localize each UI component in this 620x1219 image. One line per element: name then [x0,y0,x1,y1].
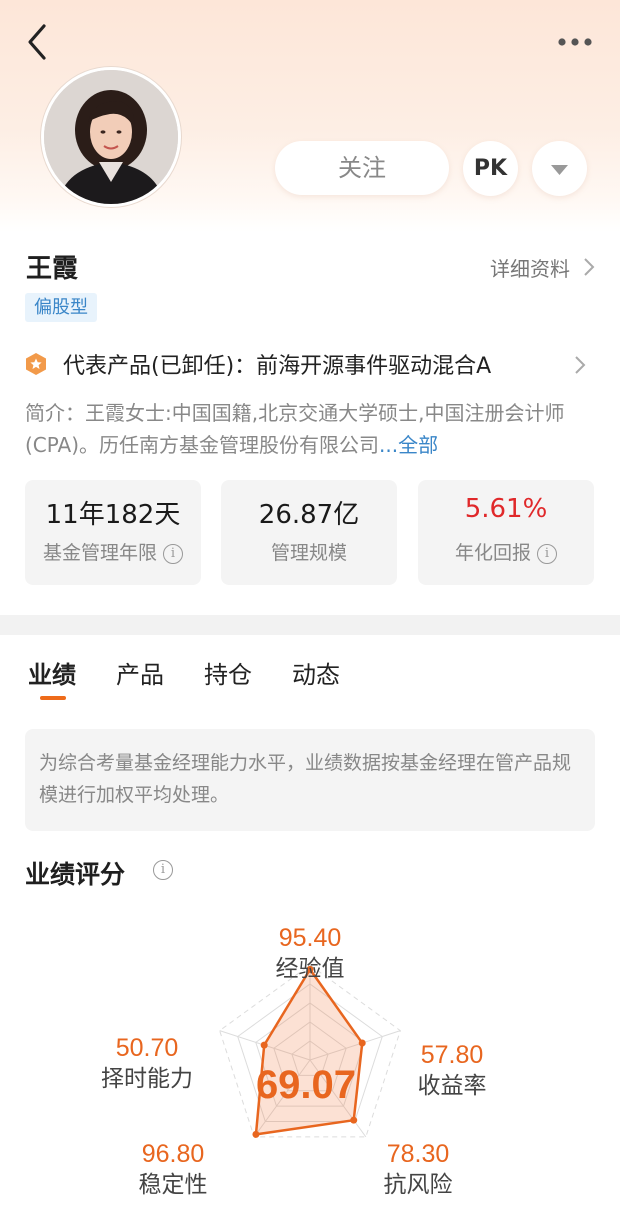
fund-style-tag: 偏股型 [25,293,97,322]
representative-product[interactable]: 代表产品(已卸任)：前海开源事件驱动混合A [63,348,491,380]
score-value-experience: 95.40 [279,924,342,952]
manager-avatar [41,67,181,207]
back-arrow-icon [28,24,46,60]
radar-point [252,1130,260,1138]
chevron-right-icon [575,356,586,374]
stat-value: 5.61% [464,494,548,524]
intro-expand-link[interactable]: ...全部 [379,433,438,457]
portrait-image [44,70,178,204]
info-icon[interactable]: i [163,544,183,564]
tab-products[interactable]: 产品 [116,655,164,690]
radar-point [350,1116,358,1124]
score-value-stability: 96.80 [142,1140,205,1168]
pk-button[interactable]: PK [463,141,518,196]
intro-text: 简介：王霞女士:中国国籍,北京交通大学硕士,中国注册会计师(CPA)。历任南方基… [25,401,565,457]
stat-label: 年化回报 [454,542,531,564]
score-label-timing: 择时能力 [101,1066,193,1092]
score-radar-chart: 95.40 经验值 57.80 收益率 78.30 抗风险 96.80 稳定性 … [101,924,487,1198]
badge-icon [26,353,46,375]
score-label-experience: 经验值 [276,956,345,982]
stat-label-row: 管理规模 [221,538,397,565]
radar-point [260,1041,268,1049]
manager-name: 王霞 [26,254,79,284]
stat-value: 11年182天 [45,500,181,530]
score-label-risk: 抗风险 [384,1172,453,1198]
more-button[interactable] [556,30,594,54]
score-label-return: 收益率 [418,1073,487,1099]
more-dots-icon [558,38,592,46]
stat-label-row: 基金管理年限 i [25,538,201,565]
stat-label: 基金管理年限 [42,542,157,564]
stat-label: 管理规模 [270,542,347,564]
score-label-stability: 稳定性 [139,1172,208,1198]
expand-button[interactable] [532,141,587,196]
back-button[interactable] [22,22,54,62]
stat-value: 26.87亿 [258,500,360,530]
section-divider [0,615,620,635]
radar-score-area [254,967,364,1136]
tab-performance[interactable]: 业绩 [28,655,76,690]
total-score: 69.07 [256,1063,356,1107]
follow-button[interactable]: 关注 [275,141,449,195]
weighting-notice: 为综合考量基金经理能力水平，业绩数据按基金经理在管产品规模进行加权平均处理。 [25,729,595,831]
info-icon[interactable]: i [537,544,557,564]
stat-label-row: 年化回报 i [418,538,594,565]
info-icon[interactable]: i [153,860,173,880]
chevron-right-icon [584,258,595,276]
score-value-return: 57.80 [421,1041,484,1069]
score-value-timing: 50.70 [116,1034,179,1062]
stat-card-annual-return: 5.61% 年化回报 i [418,480,594,585]
stat-card-aum: 26.87亿 管理规模 [221,480,397,585]
active-tab-indicator [40,696,66,700]
tab-holdings[interactable]: 持仓 [204,655,252,690]
stat-card-tenure: 11年182天 基金管理年限 i [25,480,201,585]
tab-news[interactable]: 动态 [292,655,340,690]
manager-intro: 简介：王霞女士:中国国籍,北京交通大学硕士,中国注册会计师(CPA)。历任南方基… [25,397,595,461]
score-section-title: 业绩评分 [25,860,126,889]
score-value-risk: 78.30 [387,1140,450,1168]
detail-info-link[interactable]: 详细资料 [490,253,570,282]
radar-point [358,1039,366,1047]
triangle-down-icon [551,165,568,175]
